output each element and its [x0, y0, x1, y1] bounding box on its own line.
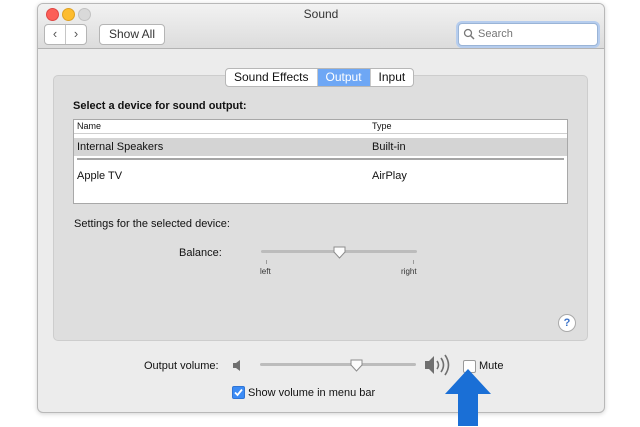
checkmark-icon — [234, 388, 243, 397]
sound-preferences-window: Sound ‹ › Show All Sound Effects Output … — [37, 3, 605, 413]
back-button[interactable]: ‹ — [45, 25, 66, 44]
search-field[interactable] — [458, 23, 598, 46]
output-volume-slider[interactable] — [260, 363, 416, 366]
help-button[interactable]: ? — [558, 314, 576, 332]
tab-output[interactable]: Output — [317, 69, 371, 86]
row-divider — [77, 158, 564, 160]
speaker-low-icon — [233, 360, 240, 371]
output-volume-label: Output volume: — [144, 360, 219, 372]
search-icon — [463, 28, 475, 40]
show-volume-menu-bar-label: Show volume in menu bar — [248, 387, 376, 399]
device-settings-label: Settings for the selected device: — [74, 218, 230, 230]
show-volume-menu-bar-checkbox[interactable] — [232, 386, 245, 399]
device-name: Apple TV — [77, 170, 123, 182]
window-title: Sound — [303, 7, 339, 21]
forward-button[interactable]: › — [66, 25, 86, 44]
annotation-arrow-icon — [445, 369, 491, 426]
tab-bar: Sound Effects Output Input — [225, 68, 415, 87]
column-header-name[interactable]: Name — [77, 121, 101, 131]
table-row[interactable]: Apple TV AirPlay — [74, 167, 567, 185]
device-select-heading: Select a device for sound output: — [73, 100, 247, 112]
output-panel — [53, 75, 588, 341]
device-type: AirPlay — [372, 170, 407, 182]
show-all-button[interactable]: Show All — [99, 24, 165, 45]
device-type: Built-in — [372, 141, 406, 153]
balance-right-label: right — [401, 267, 417, 276]
balance-label: Balance: — [179, 247, 222, 259]
balance-tick-left — [266, 260, 267, 264]
output-volume-slider-thumb[interactable] — [350, 359, 363, 372]
search-input[interactable] — [478, 26, 590, 42]
balance-left-label: left — [260, 267, 271, 276]
column-header-type[interactable]: Type — [372, 121, 392, 131]
balance-slider-thumb[interactable] — [333, 246, 346, 259]
device-name: Internal Speakers — [77, 141, 164, 153]
output-device-table: Name Type Internal Speakers Built-in App… — [73, 119, 568, 204]
tab-sound-effects[interactable]: Sound Effects — [226, 69, 318, 86]
table-row[interactable]: Internal Speakers Built-in — [74, 138, 567, 156]
tab-input[interactable]: Input — [371, 69, 414, 86]
table-header: Name Type — [74, 120, 567, 134]
navigation-buttons: ‹ › — [44, 24, 87, 45]
title-bar: Sound ‹ › Show All — [38, 4, 604, 49]
balance-tick-right — [413, 260, 414, 264]
